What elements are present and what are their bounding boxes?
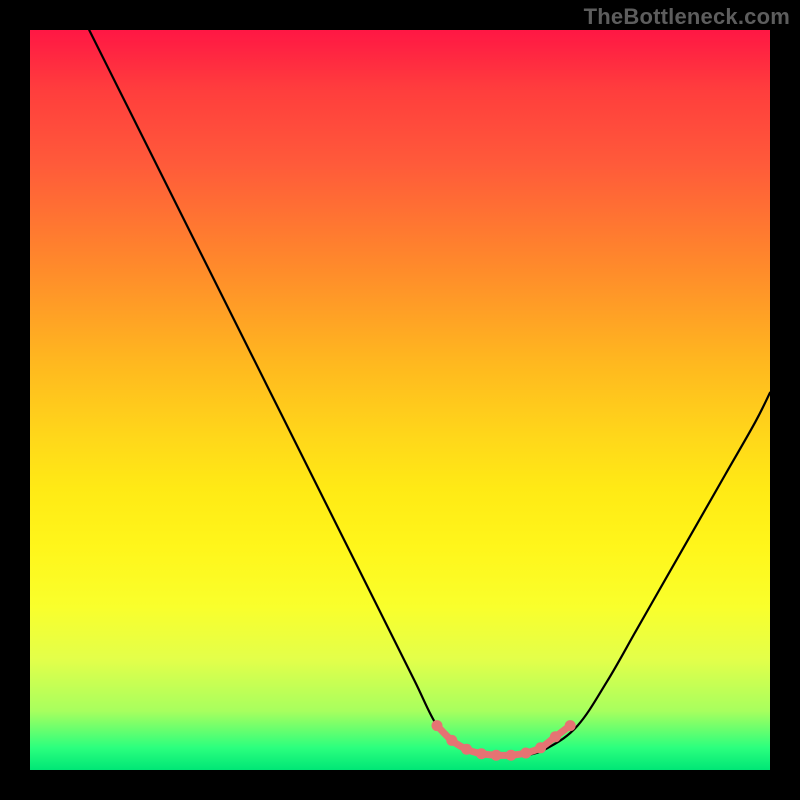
highlight-dot	[535, 742, 546, 753]
highlight-dot	[520, 747, 531, 758]
bottleneck-curve	[89, 30, 770, 756]
chart-svg	[30, 30, 770, 770]
watermark-label: TheBottleneck.com	[584, 4, 790, 30]
plot-area	[30, 30, 770, 770]
highlight-dot	[491, 750, 502, 761]
highlight-dot	[476, 748, 487, 759]
highlight-dot	[506, 750, 517, 761]
highlight-dot	[565, 720, 576, 731]
figure-container: TheBottleneck.com	[0, 0, 800, 800]
highlight-dot	[432, 720, 443, 731]
highlight-dot	[461, 744, 472, 755]
highlight-dot	[550, 731, 561, 742]
highlight-dot	[446, 735, 457, 746]
